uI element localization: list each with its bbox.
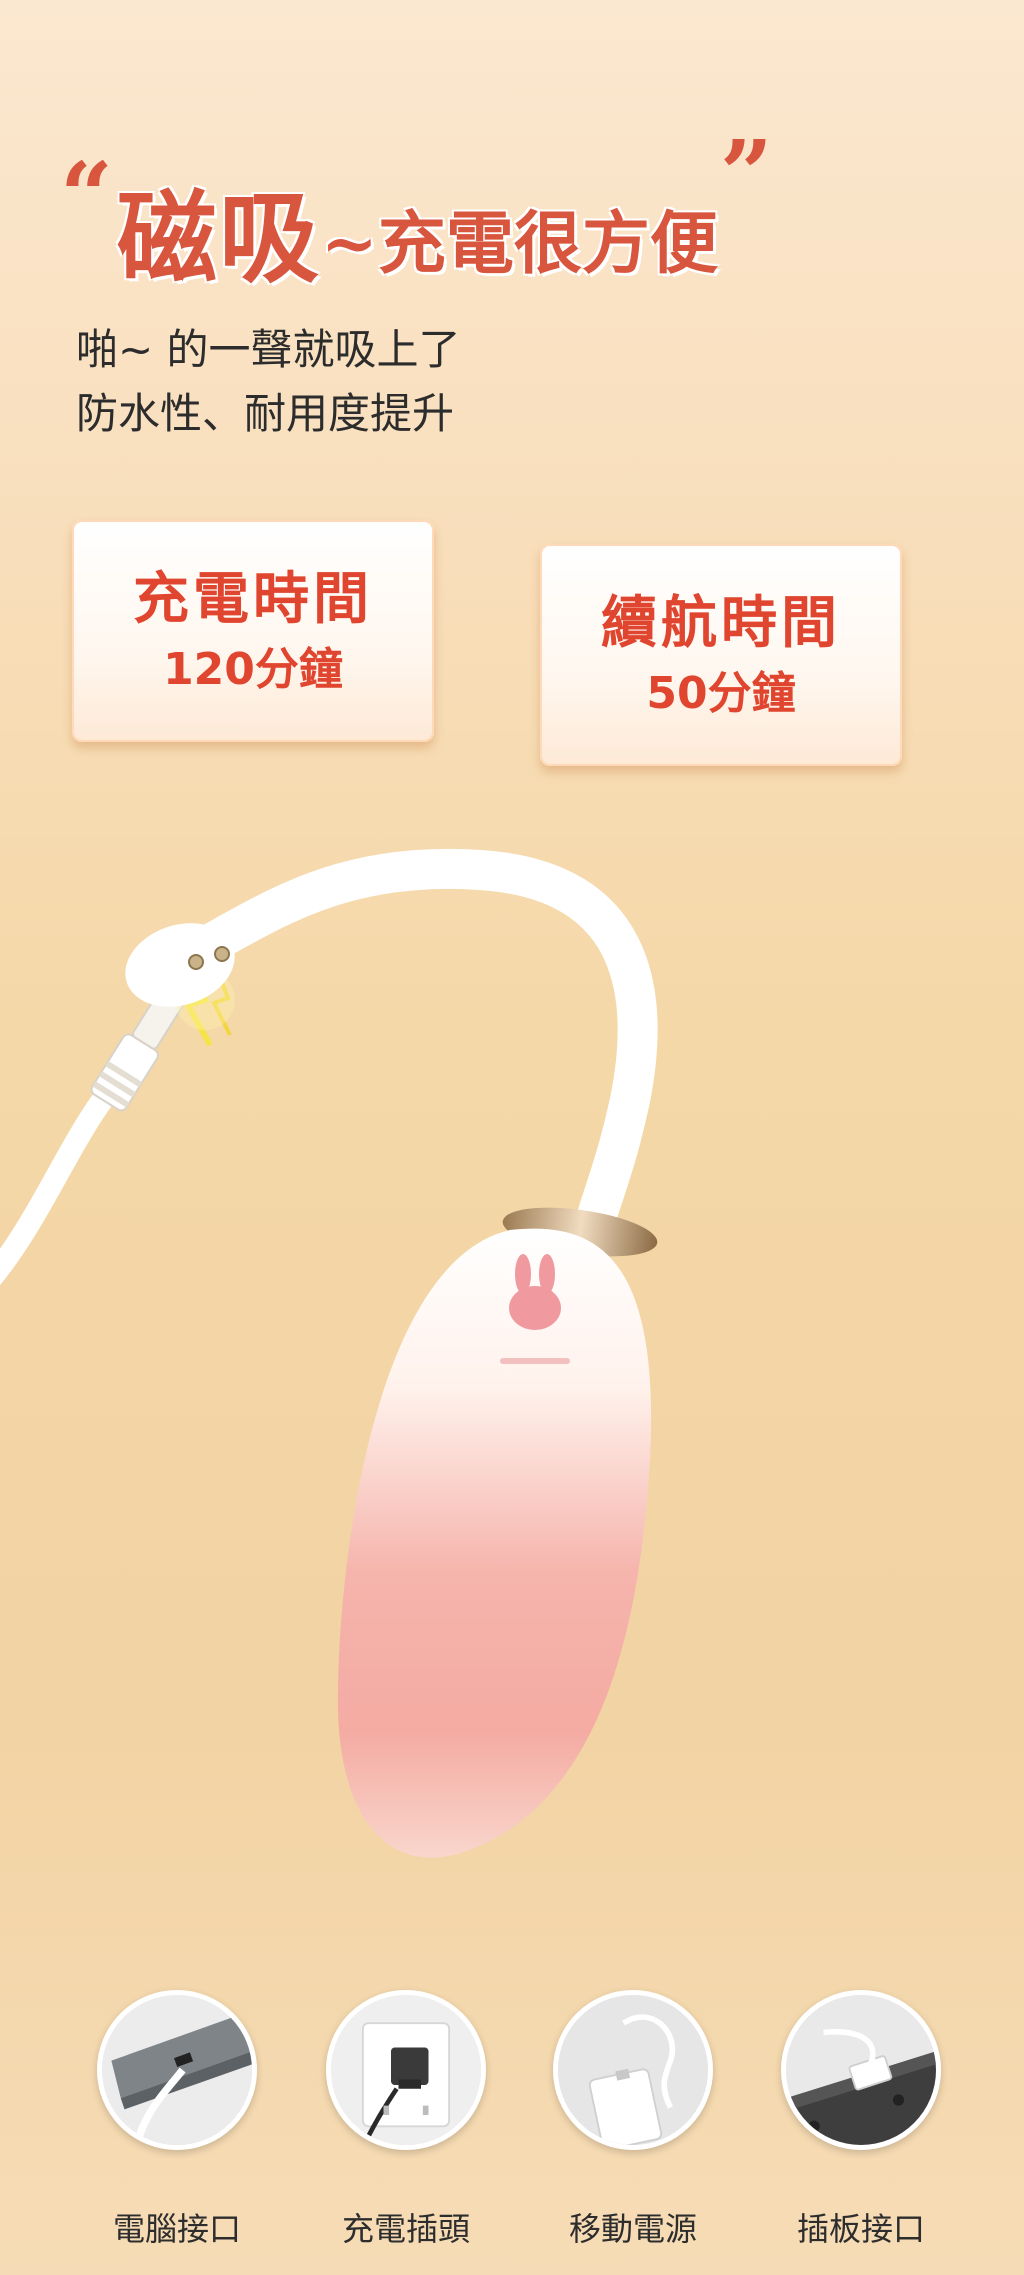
device-drawing [0,848,658,1858]
headline-rest: 充電很方便 [377,204,718,284]
subtext-line-2: 防水性、耐用度提升 [76,389,455,438]
power-strip-icon [781,1990,941,2150]
card-title: 充電時間 [133,567,373,632]
card-value: 50分鐘 [646,668,796,719]
card-value: 120分鐘 [163,644,343,695]
headline-main: 磁吸 [116,179,321,297]
battery-life-card: 續航時間 50分鐘 [540,544,902,766]
headline: “ 磁吸 ~ 充電很方便 ” [60,128,960,297]
option-label: 移動電源 [568,2210,697,2248]
subtext-line-1: 啪~ 的一聲就吸上了 [76,325,461,374]
laptop-usb-icon [97,1990,257,2150]
wall-charger-icon [326,1990,486,2150]
option-power-bank: 移動電源 [538,1990,728,2250]
open-quote: “ [60,142,113,250]
option-label: 電腦接口 [112,2210,241,2248]
option-label: 充電插頭 [341,2210,470,2248]
option-computer-port: 電腦接口 [82,1990,272,2250]
power-bank-icon [553,1990,713,2150]
subtext: 啪~ 的一聲就吸上了 防水性、耐用度提升 [76,318,461,446]
option-wall-charger: 充電插頭 [311,1990,501,2250]
option-power-strip: 插板接口 [766,1990,956,2250]
card-title: 續航時間 [601,591,841,656]
headline-tilde: ~ [320,204,378,284]
product-illustration [0,840,1024,1900]
charging-options: 電腦接口 充電插頭 移動電源 插板接口 [0,1990,1024,2260]
option-label: 插板接口 [796,2210,925,2248]
close-quote: ” [719,120,773,228]
charge-time-card: 充電時間 120分鐘 [72,520,434,742]
